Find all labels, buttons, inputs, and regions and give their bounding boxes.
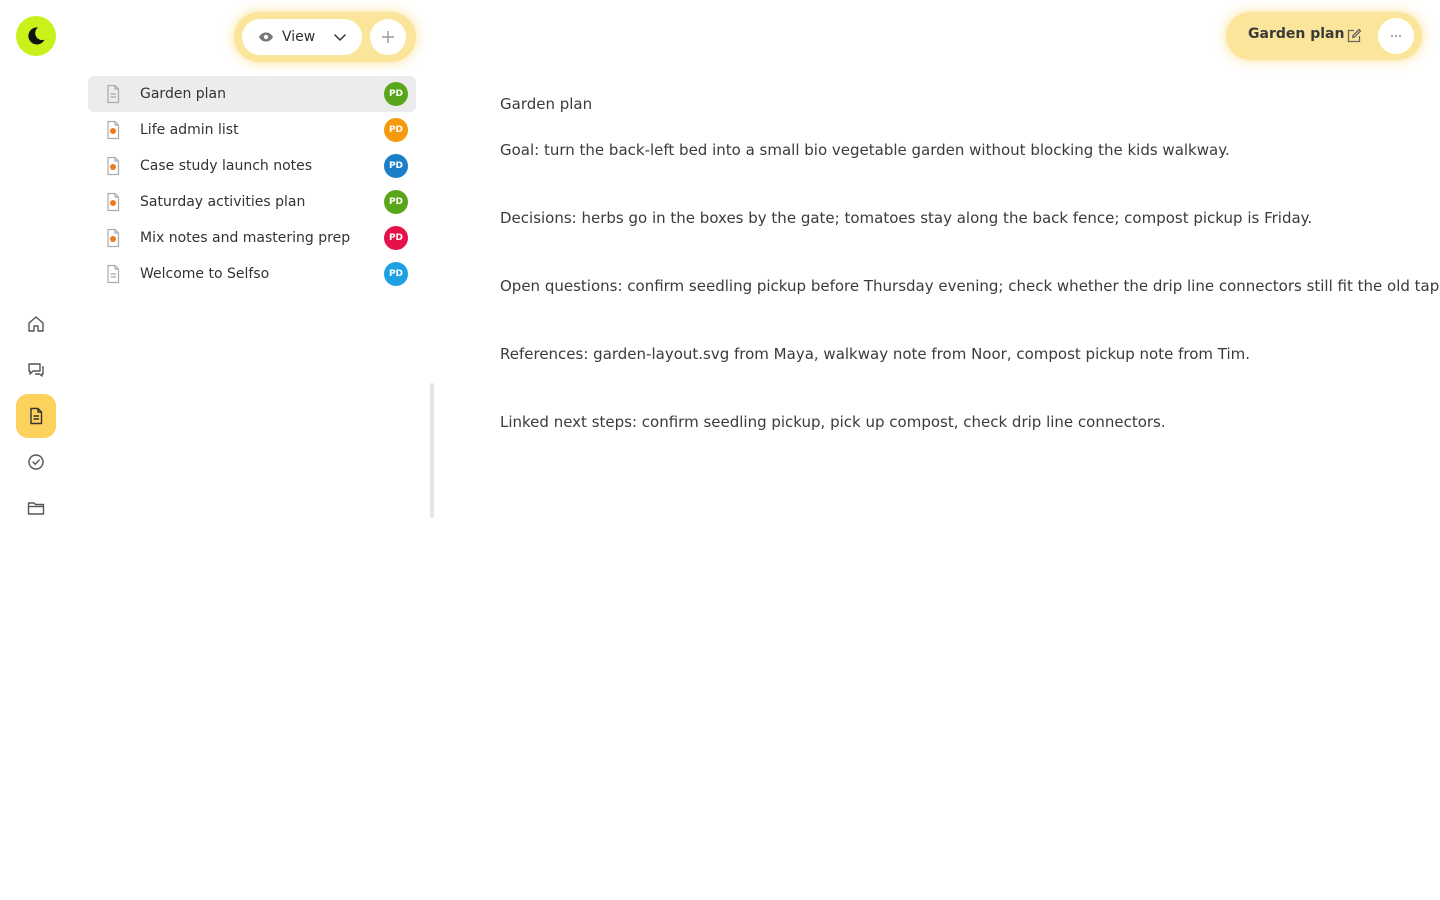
avatar: PD: [384, 154, 408, 178]
eye-icon: [259, 32, 273, 42]
document-draft-icon: [107, 228, 120, 248]
avatar: PD: [384, 226, 408, 250]
chat-bubbles-icon: [28, 363, 44, 377]
moon-logo-icon: [28, 27, 45, 45]
document-icon: [107, 84, 120, 104]
paragraph-references: References: garden-layout.svg from Maya,…: [500, 345, 1250, 363]
paragraph-decisions: Decisions: herbs go in the boxes by the …: [500, 209, 1313, 227]
editor-heading: Garden plan: [500, 95, 593, 113]
nav-rail: [0, 0, 72, 900]
document-draft-icon: [107, 120, 120, 140]
check-circle-icon: [28, 454, 44, 470]
document-toolbar: Garden plan: [1226, 12, 1422, 60]
paragraph-goal: Goal: turn the back-left bed into a smal…: [500, 141, 1230, 159]
avatar: PD: [384, 190, 408, 214]
document-list-item-title: Saturday activities plan: [140, 194, 306, 210]
avatar: PD: [384, 82, 408, 106]
nav-documents-button[interactable]: [16, 394, 56, 438]
document-list-item-title: Welcome to Selfso: [140, 266, 270, 282]
document-list-item-title: Garden plan: [140, 86, 226, 102]
document-draft-icon: [107, 192, 120, 212]
ellipsis-icon: [1391, 35, 1401, 37]
view-dropdown-label: View: [282, 29, 316, 45]
add-document-button[interactable]: [370, 19, 406, 55]
view-dropdown[interactable]: View: [242, 19, 362, 55]
app-logo[interactable]: [16, 16, 56, 56]
document-icon: [30, 407, 43, 425]
document-list: Garden plan PD Life admin list PD Case study…: [88, 76, 416, 292]
document-title: Garden plan: [1248, 26, 1345, 42]
paragraph-next-steps: Linked next steps: confirm seedling pick…: [500, 413, 1166, 431]
document-list-item[interactable]: Life admin list PD: [88, 112, 416, 148]
document-list-item[interactable]: Case study launch notes PD: [88, 148, 416, 184]
document-list-item[interactable]: Garden plan PD: [88, 76, 416, 112]
more-options-button[interactable]: [1378, 18, 1414, 54]
nav-home-button[interactable]: [16, 304, 56, 344]
pencil-square-icon: [1347, 28, 1362, 43]
nav-files-button[interactable]: [16, 488, 56, 528]
document-list-item-title: Mix notes and mastering prep: [140, 230, 351, 246]
document-list-item[interactable]: Saturday activities plan PD: [88, 184, 416, 220]
chevron-down-icon: [334, 34, 346, 42]
paragraph-open-questions: Open questions: confirm seedling pickup …: [500, 277, 1440, 295]
home-icon: [28, 316, 44, 332]
nav-tasks-button[interactable]: [16, 442, 56, 482]
document-icon: [107, 264, 120, 284]
document-draft-icon: [107, 156, 120, 176]
plus-icon: [382, 31, 394, 43]
document-editor[interactable]: Garden plan Goal: turn the back-left bed…: [500, 92, 1440, 478]
nav-chat-button[interactable]: [16, 350, 56, 390]
panel-resize-handle[interactable]: [430, 383, 434, 518]
avatar: PD: [384, 118, 408, 142]
document-list-item[interactable]: Welcome to Selfso PD: [88, 256, 416, 292]
edit-button[interactable]: [1344, 26, 1364, 46]
list-toolbar: View: [234, 12, 416, 62]
document-list-item[interactable]: Mix notes and mastering prep PD: [88, 220, 416, 256]
folder-icon: [27, 502, 45, 515]
document-list-item-title: Life admin list: [140, 122, 239, 138]
document-list-item-title: Case study launch notes: [140, 158, 313, 174]
avatar: PD: [384, 262, 408, 286]
